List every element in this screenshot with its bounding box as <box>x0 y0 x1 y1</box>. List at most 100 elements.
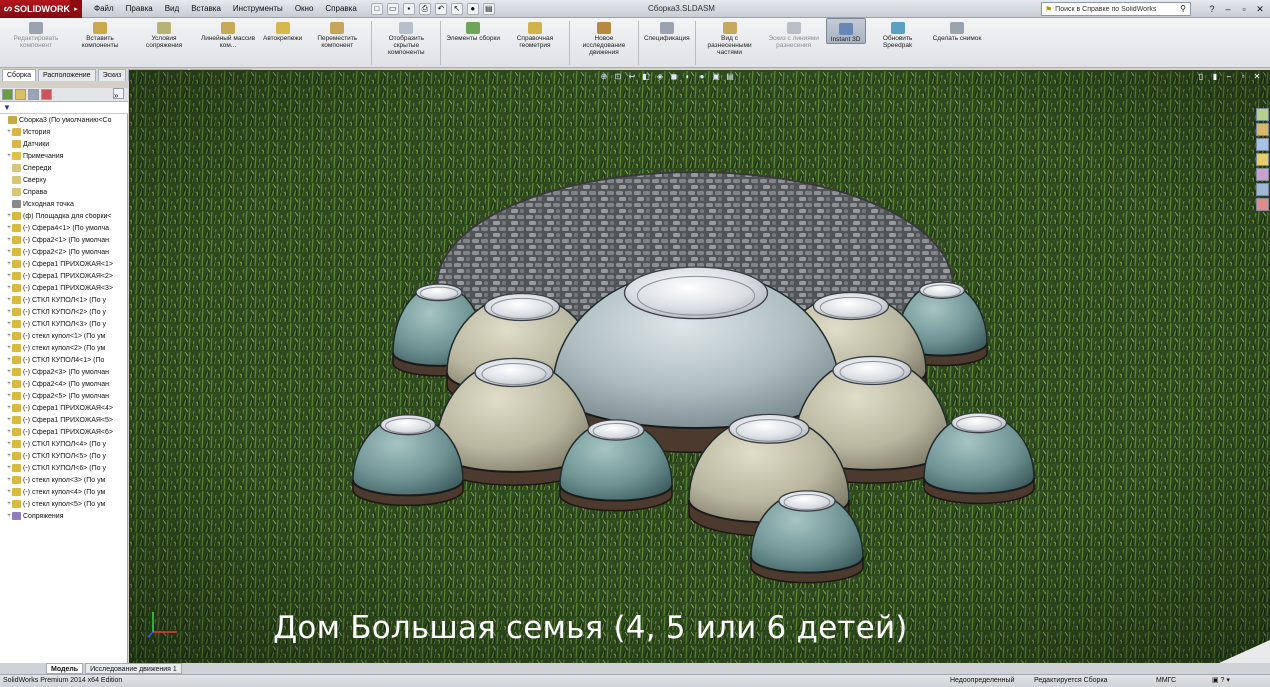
tree-item[interactable]: Датчики <box>0 138 127 150</box>
tree-item[interactable]: + (-) стекл купол<1> (По ум <box>0 330 127 342</box>
toolbar-button[interactable]: Сделать снимок <box>930 18 985 42</box>
tree-item[interactable]: Сборка3 (По умолчанию<Со <box>0 114 127 126</box>
toolbar-button[interactable]: Вставить компоненты <box>68 18 132 49</box>
restore-view-icon[interactable]: ▫ <box>1238 72 1248 82</box>
menu-item[interactable]: Правка <box>120 0 159 18</box>
tree-filter[interactable]: ▼ <box>0 102 128 114</box>
feature-tree-icon[interactable] <box>2 89 13 100</box>
select-icon[interactable]: ↖ <box>450 2 463 15</box>
app-logo[interactable]: ᔕ SOLIDWORKS <box>0 0 76 18</box>
tree-item[interactable]: Справа <box>0 186 127 198</box>
toolbar-button[interactable]: Спецификация <box>641 18 693 42</box>
toolbar-button[interactable]: Автокрепежи <box>260 18 305 42</box>
tree-item[interactable]: + (-) стекл купол<2> (По ум <box>0 342 127 354</box>
menu-item[interactable]: Справка <box>319 0 362 18</box>
toolbar-button[interactable]: Instant 3D <box>825 18 866 44</box>
zoom-fit-icon[interactable]: ⊕ <box>599 72 609 82</box>
menu-item[interactable]: Вставка <box>185 0 227 18</box>
tree-item[interactable]: + (-) Сфера1 ПРИХОЖАЯ<6> <box>0 426 127 438</box>
tree-item[interactable]: + (-) стекл купол<4> (По ум <box>0 486 127 498</box>
view-palette-icon[interactable] <box>1256 153 1269 166</box>
resources-icon[interactable] <box>1256 108 1269 121</box>
hide-show-icon[interactable]: ◐ <box>683 72 693 82</box>
toolbar-button[interactable]: Условия сопряжения <box>132 18 196 49</box>
command-tab[interactable]: Эскиз <box>97 69 127 81</box>
tree-item[interactable]: + (-) Сфра2<2> (По умолчан <box>0 246 127 258</box>
bottom-tab[interactable]: Модель <box>46 663 84 674</box>
search-input[interactable]: Поиск в Справке по SolidWorks <box>1055 6 1173 13</box>
tree-item[interactable]: + (-) Сфера1 ПРИХОЖАЯ<2> <box>0 270 127 282</box>
solidworks-forum-icon[interactable] <box>1256 198 1269 211</box>
tree-item[interactable]: + (-) СТКЛ КУПОЛ<2> (По у <box>0 306 127 318</box>
tree-item[interactable]: + (-) СТКЛ КУПОЛ4<1> (По <box>0 354 127 366</box>
tree-item[interactable]: Исходная точка <box>0 198 127 210</box>
tree-item[interactable]: + (-) СТКЛ КУПОЛ<3> (По у <box>0 318 127 330</box>
scene-icon[interactable]: ▣ <box>711 72 721 82</box>
toolbar-button[interactable]: Переместить компонент <box>305 18 369 49</box>
tree-item[interactable]: + (ф) Площадка для сборки< <box>0 210 127 222</box>
tree-item[interactable]: + История <box>0 126 127 138</box>
toolbar-button[interactable]: Новое исследование движения <box>572 18 636 56</box>
save-icon[interactable]: ▪ <box>402 2 415 15</box>
tree-item[interactable]: + (-) Сфера1 ПРИХОЖАЯ<1> <box>0 258 127 270</box>
appearances-icon[interactable] <box>1256 168 1269 181</box>
options-icon[interactable]: ▤ <box>482 2 495 15</box>
zoom-area-icon[interactable]: ⊡ <box>613 72 623 82</box>
expand-panel-icon[interactable]: » <box>113 88 124 100</box>
rebuild-icon[interactable]: ● <box>466 2 479 15</box>
print-icon[interactable]: ⎙ <box>418 2 431 15</box>
status-units[interactable]: ММГС <box>1156 675 1176 687</box>
minimize-view-icon[interactable]: – <box>1224 72 1234 82</box>
tree-item[interactable]: Сверху <box>0 174 127 186</box>
display-style-icon[interactable]: ◼ <box>669 72 679 82</box>
toolbar-button[interactable]: Обновить Speedpak <box>866 18 930 49</box>
toolbar-button[interactable]: Вид с разнесенными частями <box>698 18 762 56</box>
property-manager-icon[interactable] <box>15 89 26 100</box>
menu-item[interactable]: Окно <box>289 0 320 18</box>
tree-item[interactable]: + (-) СТКЛ КУПОЛ<1> (По у <box>0 294 127 306</box>
tree-item[interactable]: + (-) Сфера1 ПРИХОЖАЯ<3> <box>0 282 127 294</box>
tree-item[interactable]: + (-) Сфра2<3> (По умолчан <box>0 366 127 378</box>
bottom-tab[interactable]: Исследование движения 1 <box>85 663 182 674</box>
tree-item[interactable]: + Примечания <box>0 150 127 162</box>
minimize-icon[interactable]: – <box>1222 4 1234 14</box>
tree-item[interactable]: + (-) стекл купол<5> (По ум <box>0 498 127 510</box>
tree-item[interactable]: + (-) Сфера4<1> (По умолча <box>0 222 127 234</box>
restore-icon[interactable]: ▫ <box>1238 4 1250 14</box>
tree-item[interactable]: + (-) СТКЛ КУПОЛ<4> (По у <box>0 438 127 450</box>
display-manager-icon[interactable] <box>41 89 52 100</box>
toolbar-button[interactable]: Линейный массив ком... <box>196 18 260 49</box>
help-icon[interactable]: ? <box>1206 4 1218 14</box>
section-view-icon[interactable]: ◧ <box>641 72 651 82</box>
menu-item[interactable]: Файл <box>88 0 120 18</box>
command-tab[interactable]: Сборка <box>2 69 36 81</box>
tree-item[interactable]: + (-) Сфера1 ПРИХОЖАЯ<5> <box>0 414 127 426</box>
tree-item[interactable]: + (-) Сфра2<4> (По умолчан <box>0 378 127 390</box>
configuration-manager-icon[interactable] <box>28 89 39 100</box>
toolbar-button[interactable]: Эскиз с линиями разнесения <box>762 18 826 49</box>
tree-item[interactable]: + (-) Сфера1 ПРИХОЖАЯ<4> <box>0 402 127 414</box>
logo-menu-arrow-icon[interactable]: ▸ <box>70 0 82 18</box>
tree-item[interactable]: Спереди <box>0 162 127 174</box>
tree-item[interactable]: + Сопряжения <box>0 510 127 522</box>
previous-view-icon[interactable]: ↩ <box>627 72 637 82</box>
menu-item[interactable]: Инструменты <box>227 0 289 18</box>
menu-item[interactable]: Вид <box>159 0 185 18</box>
tree-item[interactable]: + (-) Сфра2<1> (По умолчан <box>0 234 127 246</box>
appearance-icon[interactable]: ● <box>697 72 707 82</box>
file-explorer-icon[interactable] <box>1256 138 1269 151</box>
design-library-icon[interactable] <box>1256 123 1269 136</box>
graphics-area[interactable]: ⊕ ⊡ ↩ ◧ ◈ ◼ ◐ ● ▣ ▤ ▯ ▮ – ▫ ✕ Дом Больша… <box>129 70 1270 663</box>
tree-item[interactable]: + (-) СТКЛ КУПОЛ<6> (По у <box>0 462 127 474</box>
tree-item[interactable]: + (-) стекл купол<3> (По ум <box>0 474 127 486</box>
new-file-icon[interactable]: □ <box>370 2 383 15</box>
close-view-icon[interactable]: ✕ <box>1252 72 1262 82</box>
tree-item[interactable]: + (-) СТКЛ КУПОЛ<5> (По у <box>0 450 127 462</box>
view-settings-icon[interactable]: ▤ <box>725 72 735 82</box>
toolbar-button[interactable]: Редактировать компонент <box>4 18 68 49</box>
tile-view-icon[interactable]: ▮ <box>1210 72 1220 82</box>
command-tab[interactable]: Расположение <box>37 69 96 81</box>
undo-icon[interactable]: ↶ <box>434 2 447 15</box>
toolbar-button[interactable]: Отобразить скрытые компоненты <box>374 18 438 56</box>
toolbar-button[interactable]: Элементы сборки <box>443 18 503 42</box>
